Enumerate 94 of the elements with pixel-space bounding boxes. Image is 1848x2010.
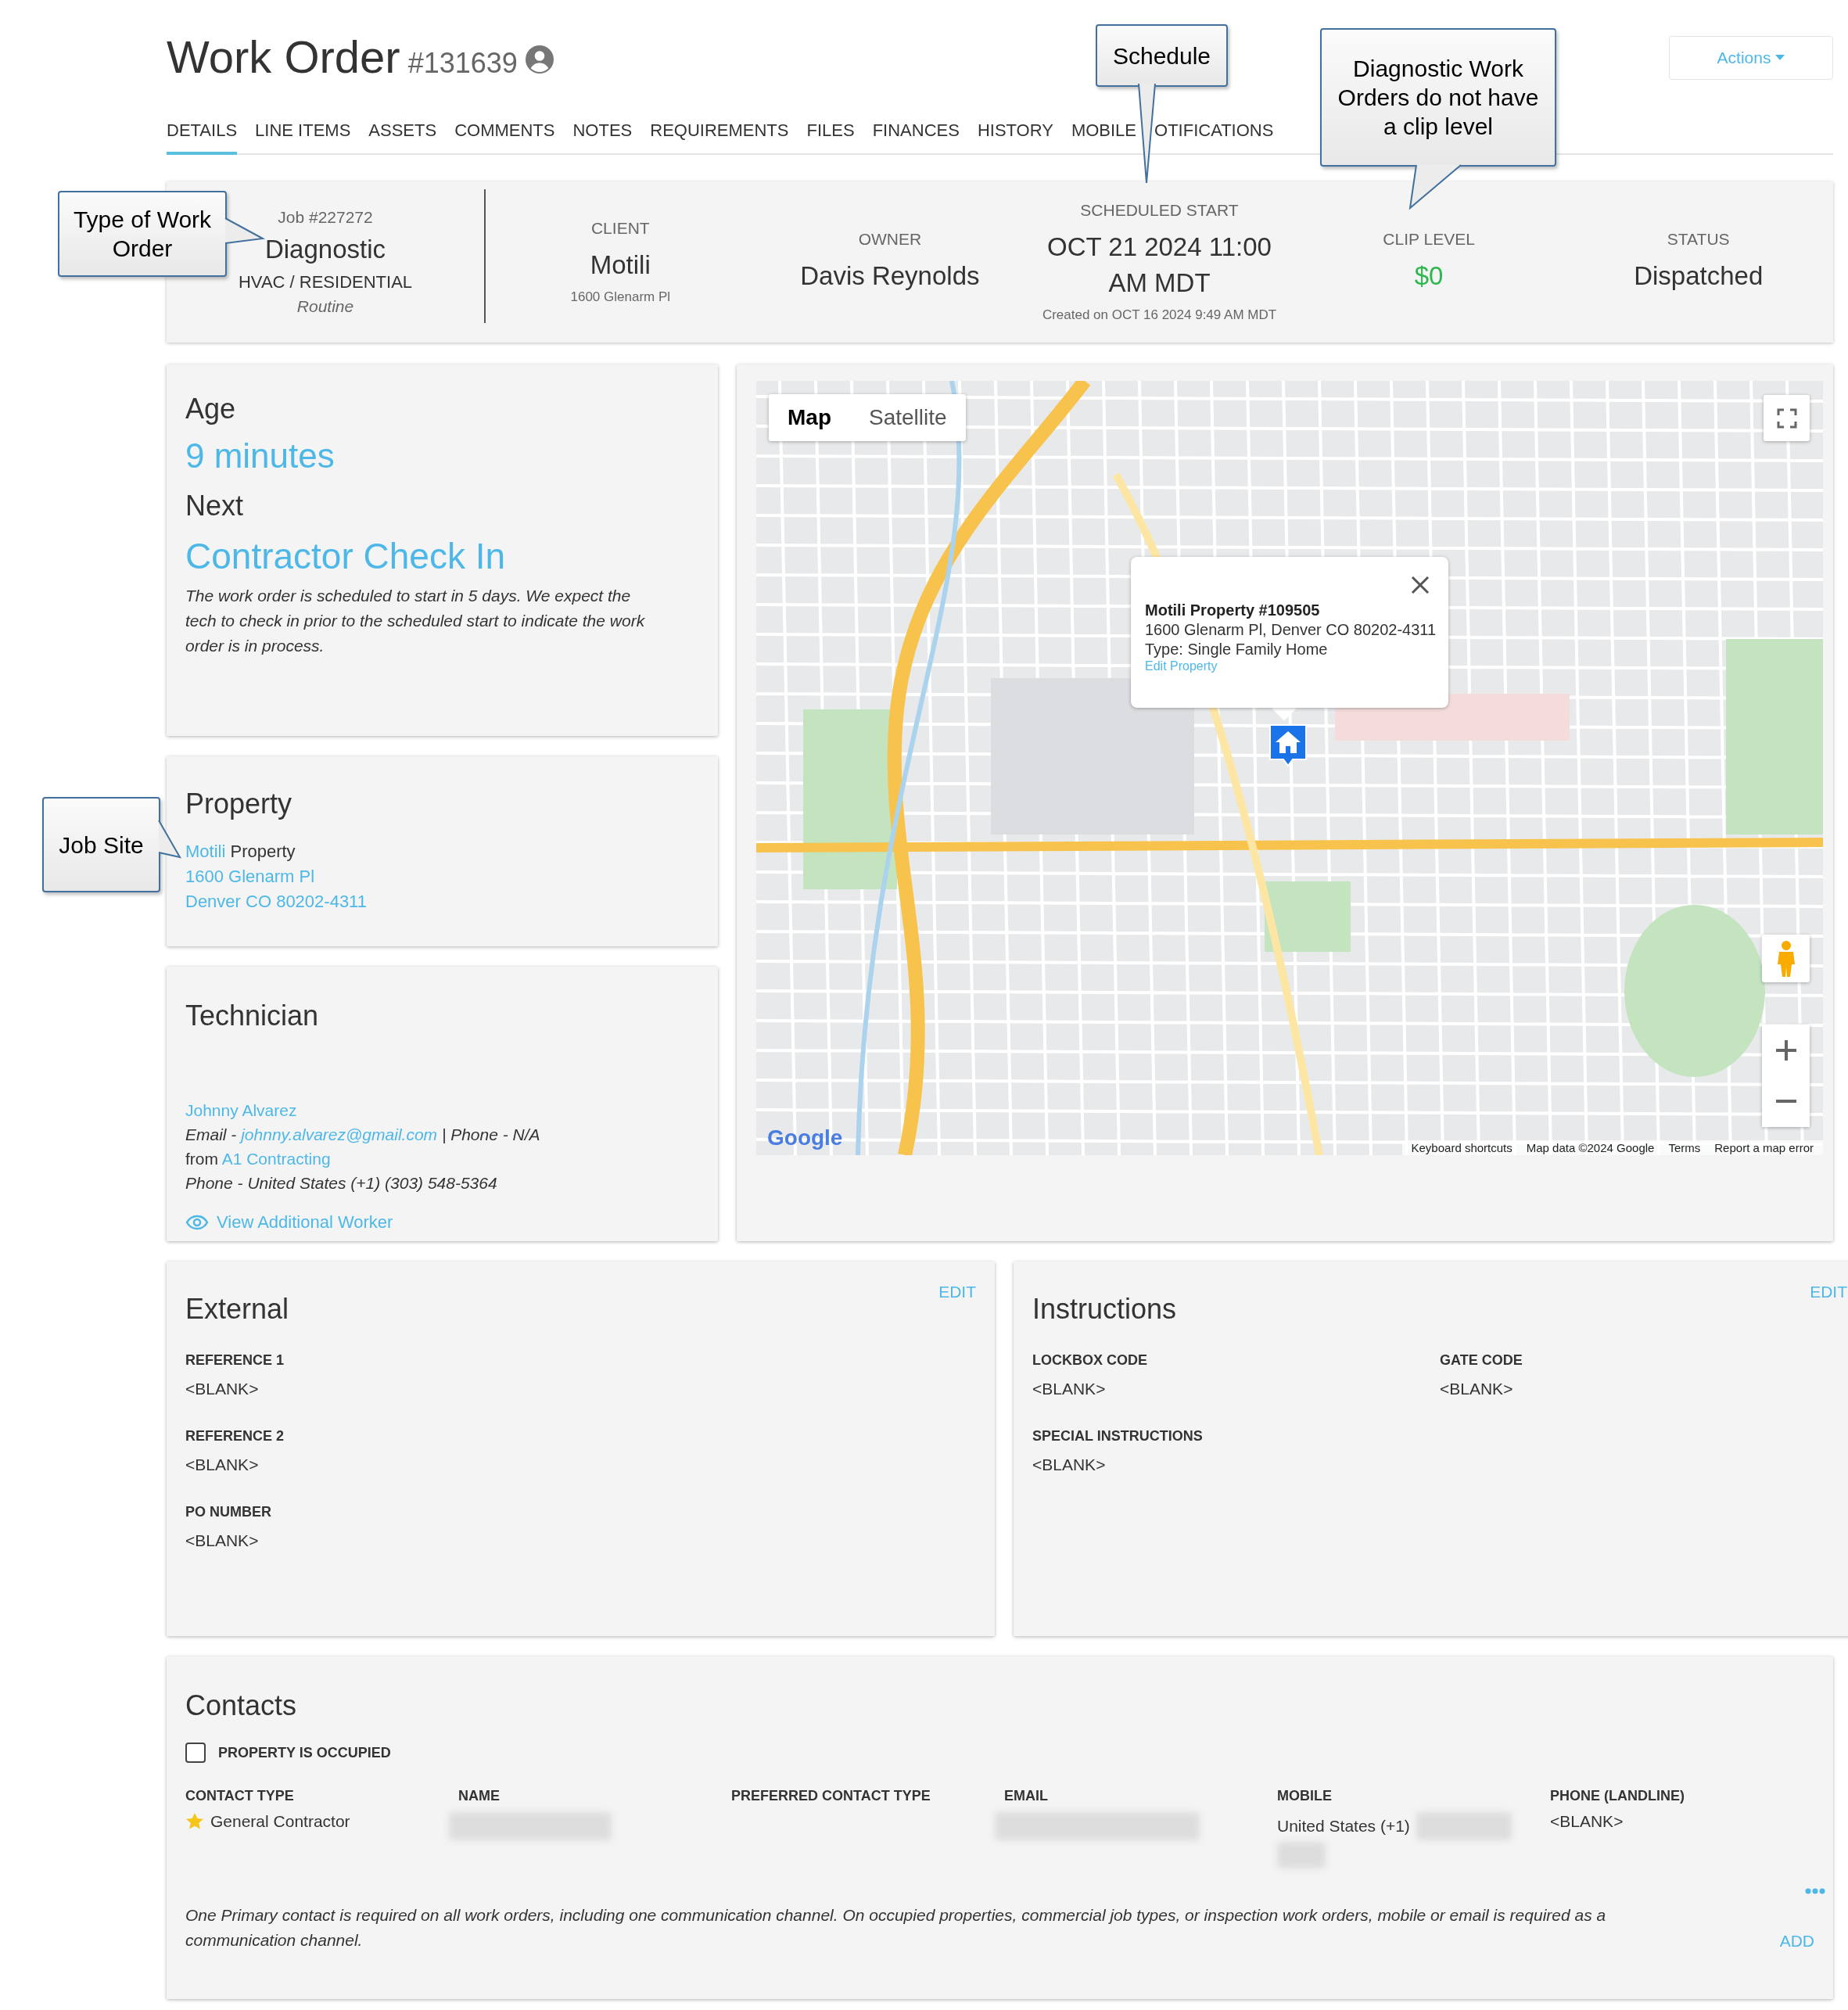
callout: Type of Work Order xyxy=(58,191,227,277)
tab[interactable]: NOTES xyxy=(572,114,633,155)
field-label: STATUS xyxy=(1667,229,1730,249)
field-value: <BLANK> xyxy=(1032,1380,1107,1398)
popup-type: Type: Single Family Home xyxy=(1145,640,1329,659)
tab[interactable]: FINANCES xyxy=(872,114,960,155)
column-header: PREFERRED CONTACT TYPE xyxy=(731,1788,931,1804)
column-header: MOBILE xyxy=(1277,1788,1333,1804)
map-footer-link[interactable]: Keyboard shortcuts xyxy=(1411,1141,1512,1154)
column-header: PHONE (LANDLINE) xyxy=(1550,1788,1685,1804)
card-heading: Property xyxy=(185,788,293,820)
field-value: Davis Reynolds xyxy=(800,260,980,292)
field-label: LOCKBOX CODE xyxy=(1032,1352,1148,1369)
tab[interactable]: DETAILS xyxy=(167,114,238,155)
map-type-button[interactable]: Satellite xyxy=(850,394,966,441)
field-value: <BLANK> xyxy=(1032,1455,1107,1474)
more-icon xyxy=(1805,1888,1825,1894)
job-type: Diagnostic xyxy=(264,235,386,264)
field-value: OCT 21 2024 11:00 AM MDT xyxy=(1046,231,1272,299)
field-label: REFERENCE 2 xyxy=(185,1428,285,1445)
tab[interactable]: ASSETS xyxy=(368,114,437,155)
callout: Schedule xyxy=(1096,24,1228,87)
tab[interactable]: LINE ITEMS xyxy=(255,114,351,155)
map-footer-link[interactable]: Report a map error xyxy=(1714,1141,1814,1154)
table-cell: <BLANK> xyxy=(1550,1812,1624,1831)
job-number: Job #227272 xyxy=(278,208,373,227)
user-icon xyxy=(525,45,554,74)
checkbox-label: PROPERTY IS OCCUPIED xyxy=(218,1744,391,1761)
table-cell: General Contractor xyxy=(210,1812,350,1831)
field-value: <BLANK> xyxy=(1440,1380,1514,1398)
card-heading: Instructions xyxy=(1032,1293,1178,1326)
fullscreen-icon xyxy=(1776,407,1797,429)
column-header: EMAIL xyxy=(1004,1788,1049,1804)
card-heading: Technician xyxy=(185,1000,320,1032)
tab[interactable]: FILES xyxy=(806,114,855,155)
tab[interactable]: COMMENTS xyxy=(454,114,555,155)
field-note: Created on OCT 16 2024 9:49 AM MDT xyxy=(1042,307,1277,324)
phone-text: Phone - United States (+1) (303) 548-5364 xyxy=(185,1173,498,1193)
field-value: <BLANK> xyxy=(185,1455,260,1474)
field-label: SPECIAL INSTRUCTIONS xyxy=(1032,1428,1204,1445)
house-marker-icon xyxy=(1268,723,1308,767)
work-order-number: #131639 xyxy=(407,47,518,80)
plus-icon xyxy=(1774,1038,1798,1062)
tab[interactable]: OTIFICATIONS xyxy=(1154,114,1274,155)
field-label: GATE CODE xyxy=(1440,1352,1523,1369)
person-icon xyxy=(1775,940,1796,977)
eye-icon xyxy=(185,1215,209,1230)
caret-icon xyxy=(1775,55,1785,61)
map-footer-link[interactable]: Map data ©2024 Google xyxy=(1526,1141,1655,1154)
field-value: $0 xyxy=(1414,260,1444,292)
note-text: One Primary contact is required on all work orders, including one communication channel. On occupied properties, commercial job types, or inspection work orders, mobile or email is required as a communication channel. xyxy=(185,1905,1607,1951)
card-heading: Age xyxy=(185,393,237,425)
popup-address: 1600 Glenarm Pl, Denver CO 80202-4311 xyxy=(1145,620,1437,640)
field-label: OWNER xyxy=(858,229,922,249)
fullscreen-button[interactable] xyxy=(1764,395,1810,441)
card-heading: External xyxy=(185,1293,290,1326)
popup-title: Motili Property #109505 xyxy=(1145,601,1321,620)
tab[interactable]: MOBILE xyxy=(1071,114,1137,155)
next-step: Contractor Check In xyxy=(185,535,699,577)
card-heading: Contacts xyxy=(185,1689,298,1722)
column-header: NAME xyxy=(458,1788,501,1804)
tab[interactable]: REQUIREMENTS xyxy=(650,114,789,155)
job-priority: Routine xyxy=(296,297,354,316)
zoom-in-button[interactable] xyxy=(1762,1025,1810,1076)
field-value: Motili xyxy=(590,249,651,281)
age-value: 9 minutes xyxy=(185,436,336,476)
map-type-button[interactable]: Map xyxy=(769,394,850,441)
property-line: Motili Property xyxy=(185,841,296,863)
company-line: from A1 Contracting xyxy=(185,1149,332,1169)
field-value: <BLANK> xyxy=(185,1531,260,1550)
field-label: REFERENCE 1 xyxy=(185,1352,285,1369)
email-line: Email - johnny.alvarez@gmail.com | Phone - N/A xyxy=(185,1125,541,1145)
field-value: Dispatched xyxy=(1634,260,1764,292)
minus-icon xyxy=(1775,1100,1796,1104)
checkbox[interactable] xyxy=(185,1743,206,1763)
map-logo: Google xyxy=(767,1125,843,1150)
table-cell: United States (+1) xyxy=(1277,1817,1410,1836)
callout-pointer xyxy=(225,218,263,243)
callout: Diagnostic Work Orders do not have a clip level xyxy=(1320,28,1556,167)
field-value: <BLANK> xyxy=(185,1380,260,1398)
field-label: CLIP LEVEL xyxy=(1383,229,1475,249)
description-text: The work order is scheduled to start in 5 days. We expect the tech to check in prior to the scheduled start to indicate the work order is in process. xyxy=(185,586,646,656)
field-label: SCHEDULED START xyxy=(1080,200,1239,220)
card-heading: Next xyxy=(185,490,245,522)
tab[interactable]: HISTORY xyxy=(977,114,1053,155)
page-title: Work Order xyxy=(167,34,400,80)
field-label: PO NUMBER xyxy=(185,1504,272,1520)
job-trade: HVAC / RESIDENTIAL xyxy=(238,272,413,293)
map-footer-link[interactable]: Terms xyxy=(1668,1141,1701,1154)
zoom-out-button[interactable] xyxy=(1762,1075,1810,1127)
callout: Job Site xyxy=(42,797,160,892)
field-label: CLIENT xyxy=(590,218,650,238)
field-note: 1600 Glenarm Pl xyxy=(570,289,671,306)
column-header: CONTACT TYPE xyxy=(185,1788,295,1804)
